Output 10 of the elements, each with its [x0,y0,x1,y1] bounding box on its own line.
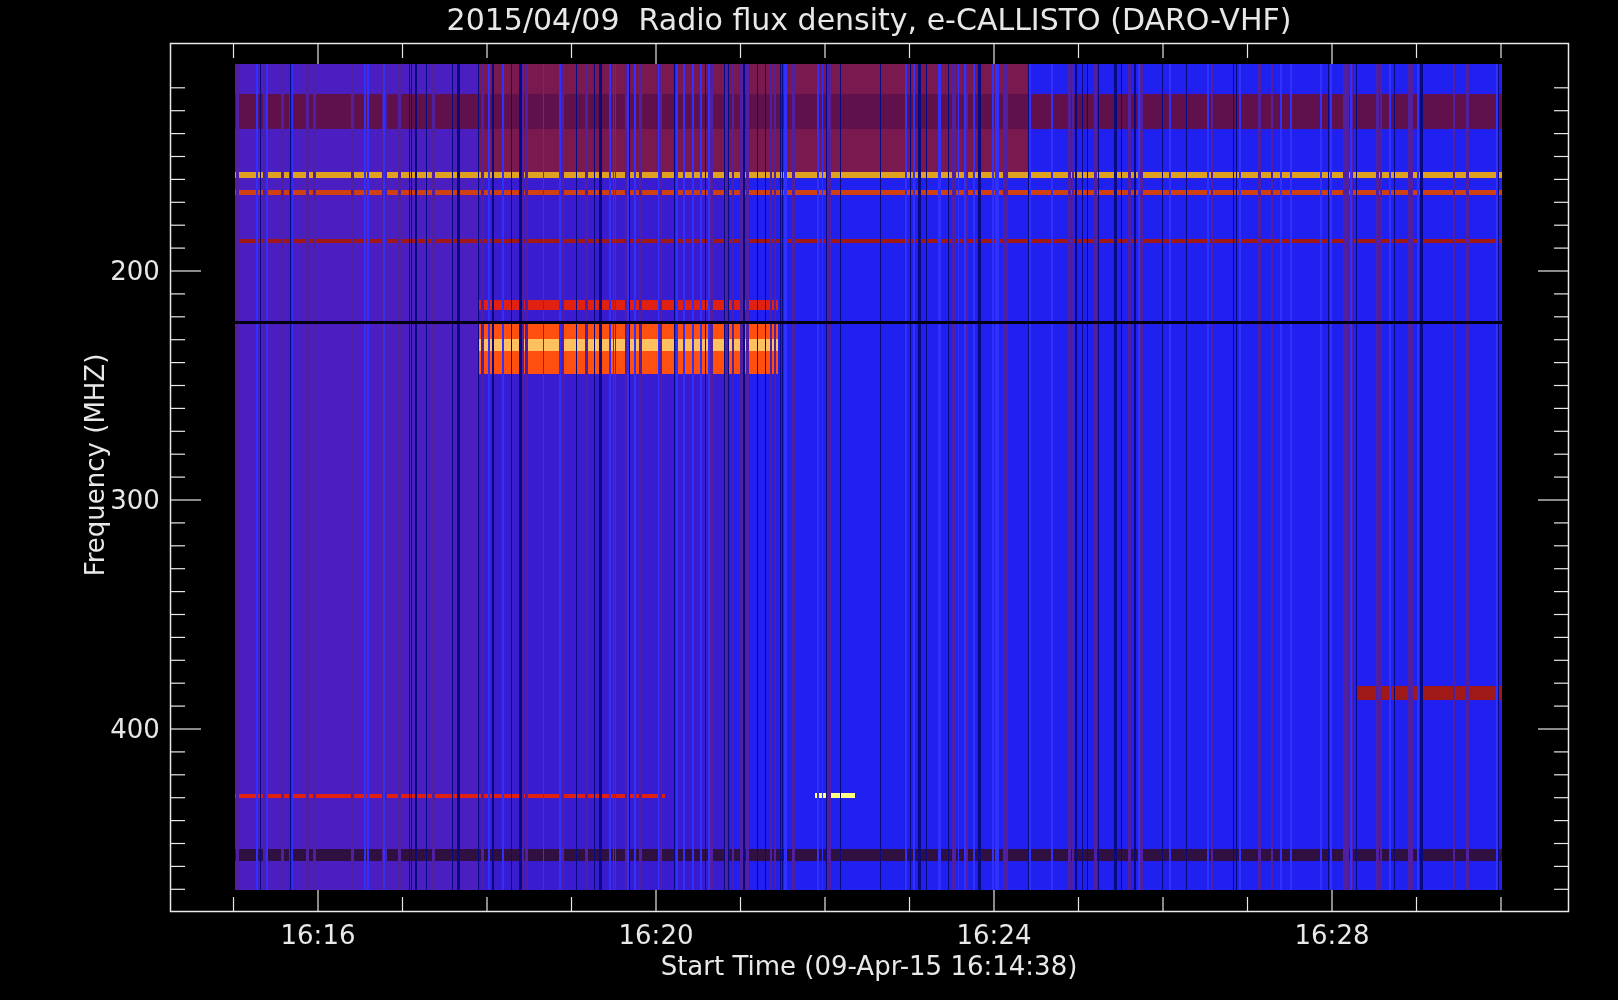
x-tick-label: 16:24 [955,920,1033,950]
x-tick-label: 16:16 [279,920,357,950]
y-tick-label: 300 [110,485,161,515]
chart-title: 2015/04/09 Radio flux density, e-CALLISTO (DARO-VHF) [446,1,1292,39]
y-tick-label: 200 [109,256,161,286]
y-tick-label: 400 [109,714,161,744]
y-axis-label: Frequency (MHZ) [80,352,110,579]
x-axis-label: Start Time (09-Apr-15 16:14:38) [660,950,1078,982]
x-tick-label: 16:20 [617,920,695,950]
x-tick-label: 16:28 [1293,920,1371,950]
